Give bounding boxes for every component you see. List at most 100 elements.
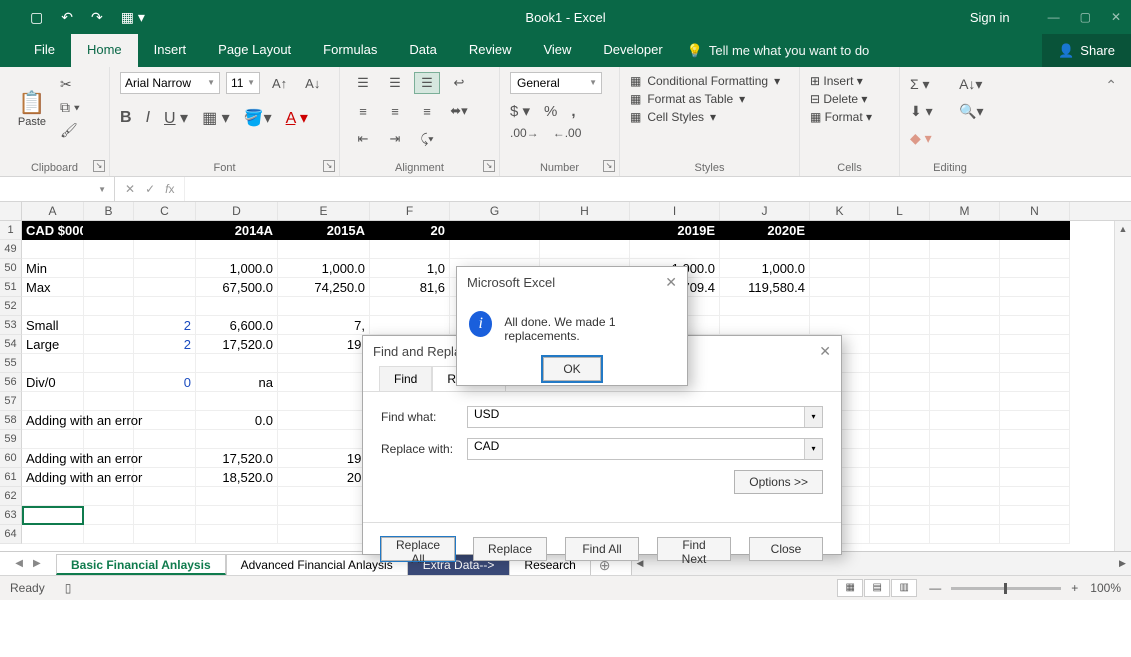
cell[interactable] bbox=[870, 373, 930, 392]
cell[interactable] bbox=[930, 240, 1000, 259]
underline-button[interactable]: U ▾ bbox=[164, 108, 188, 128]
cell[interactable] bbox=[930, 449, 1000, 468]
formula-input[interactable] bbox=[185, 177, 1131, 201]
cell[interactable]: 19, bbox=[278, 449, 370, 468]
replace-with-input[interactable]: CAD ▾ bbox=[467, 438, 823, 460]
cell[interactable]: 1,000.0 bbox=[278, 259, 370, 278]
close-window-icon[interactable]: ✕ bbox=[1111, 10, 1121, 24]
col-header[interactable]: N bbox=[1000, 202, 1070, 220]
accounting-format-icon[interactable]: $ ▾ bbox=[510, 102, 530, 120]
close-icon[interactable]: ✕ bbox=[665, 274, 677, 291]
tab-view[interactable]: View bbox=[527, 34, 587, 67]
cell[interactable]: 18,520.0 bbox=[196, 468, 278, 487]
cell[interactable] bbox=[134, 487, 196, 506]
page-layout-view-icon[interactable]: ▤ bbox=[864, 579, 890, 597]
font-size-select[interactable]: 11 ▼ bbox=[226, 72, 260, 94]
cell[interactable] bbox=[870, 506, 930, 525]
cell[interactable]: Div/0 bbox=[22, 373, 84, 392]
close-icon[interactable]: ✕ bbox=[819, 343, 831, 360]
cell[interactable] bbox=[278, 525, 370, 544]
name-box[interactable]: ▼ bbox=[0, 177, 115, 201]
number-dialog-launcher-icon[interactable]: ↘ bbox=[603, 160, 615, 172]
cell[interactable] bbox=[930, 468, 1000, 487]
col-header[interactable]: J bbox=[720, 202, 810, 220]
sheet-nav-prev-icon[interactable]: ◀ bbox=[15, 558, 23, 569]
row-header[interactable]: 63 bbox=[0, 506, 22, 525]
cell[interactable] bbox=[1000, 525, 1070, 544]
cell[interactable]: 19, bbox=[278, 335, 370, 354]
cell[interactable] bbox=[278, 411, 370, 430]
row-header[interactable]: 59 bbox=[0, 430, 22, 449]
row-header[interactable]: 49 bbox=[0, 240, 22, 259]
cell[interactable] bbox=[1000, 316, 1070, 335]
paste-icon[interactable]: 📋 bbox=[14, 84, 49, 116]
find-what-input[interactable]: USD ▾ bbox=[467, 406, 823, 428]
cell[interactable] bbox=[134, 240, 196, 259]
cell[interactable] bbox=[930, 278, 1000, 297]
cell[interactable]: 17,520.0 bbox=[196, 449, 278, 468]
cell[interactable]: Small bbox=[22, 316, 84, 335]
orientation-icon[interactable]: ⤹▾ bbox=[414, 128, 440, 150]
cell[interactable] bbox=[278, 297, 370, 316]
cell[interactable] bbox=[84, 373, 134, 392]
cell[interactable] bbox=[630, 240, 720, 259]
cell[interactable] bbox=[540, 240, 630, 259]
select-all-corner[interactable] bbox=[0, 202, 22, 220]
col-header[interactable]: K bbox=[810, 202, 870, 220]
wrap-text-icon[interactable]: ↩ bbox=[446, 72, 472, 94]
cell[interactable] bbox=[1000, 373, 1070, 392]
cell[interactable] bbox=[930, 373, 1000, 392]
align-bottom-icon[interactable]: ☰ bbox=[414, 72, 440, 94]
alignment-dialog-launcher-icon[interactable]: ↘ bbox=[483, 160, 495, 172]
cell[interactable] bbox=[930, 487, 1000, 506]
cell[interactable] bbox=[134, 392, 196, 411]
save-icon[interactable]: ▢ bbox=[30, 9, 43, 26]
cell[interactable] bbox=[1000, 411, 1070, 430]
tab-page-layout[interactable]: Page Layout bbox=[202, 34, 307, 67]
conditional-formatting-button[interactable]: ▦Conditional Formatting ▾ bbox=[630, 74, 789, 88]
cell[interactable] bbox=[22, 506, 84, 525]
col-header[interactable]: E bbox=[278, 202, 370, 220]
vertical-scrollbar[interactable]: ▲ bbox=[1114, 221, 1131, 551]
cell[interactable] bbox=[450, 240, 540, 259]
cell[interactable] bbox=[870, 430, 930, 449]
cell[interactable]: 119,580.4 bbox=[720, 278, 810, 297]
cell[interactable] bbox=[134, 278, 196, 297]
format-as-table-button[interactable]: ▦Format as Table ▾ bbox=[630, 92, 789, 106]
sign-in-link[interactable]: Sign in bbox=[970, 10, 1038, 25]
cell[interactable]: Adding with an error bbox=[22, 468, 84, 487]
qat-more-icon[interactable]: ▦ ▾ bbox=[121, 9, 145, 26]
col-header[interactable]: H bbox=[540, 202, 630, 220]
decrease-indent-icon[interactable]: ⇤ bbox=[350, 128, 376, 150]
cell[interactable] bbox=[810, 297, 870, 316]
cell[interactable] bbox=[1000, 354, 1070, 373]
normal-view-icon[interactable]: ▦ bbox=[837, 579, 863, 597]
zoom-in-icon[interactable]: + bbox=[1071, 581, 1078, 595]
cell[interactable] bbox=[278, 506, 370, 525]
cell[interactable] bbox=[84, 430, 134, 449]
cell[interactable] bbox=[870, 487, 930, 506]
cell[interactable]: 6,600.0 bbox=[196, 316, 278, 335]
cell[interactable] bbox=[84, 525, 134, 544]
cell[interactable] bbox=[134, 525, 196, 544]
align-right-icon[interactable]: ≡ bbox=[414, 100, 440, 122]
align-top-icon[interactable]: ☰ bbox=[350, 72, 376, 94]
copy-icon[interactable]: ⧉ ▾ bbox=[60, 99, 80, 116]
cell[interactable]: 81,6 bbox=[370, 278, 450, 297]
col-header[interactable]: A bbox=[22, 202, 84, 220]
find-next-button[interactable]: Find Next bbox=[657, 537, 731, 561]
cell[interactable] bbox=[720, 240, 810, 259]
cell[interactable]: 1,000.0 bbox=[196, 259, 278, 278]
cell[interactable]: 2019E bbox=[630, 221, 720, 240]
cell[interactable] bbox=[22, 297, 84, 316]
cell[interactable] bbox=[810, 316, 870, 335]
fx-icon[interactable]: fx bbox=[165, 182, 174, 196]
cell[interactable] bbox=[84, 316, 134, 335]
clear-icon[interactable]: ◆ ▾ bbox=[910, 130, 939, 147]
cell[interactable] bbox=[930, 506, 1000, 525]
align-middle-icon[interactable]: ☰ bbox=[382, 72, 408, 94]
col-header[interactable]: I bbox=[630, 202, 720, 220]
cell[interactable]: 1,000.0 bbox=[720, 259, 810, 278]
cell[interactable] bbox=[870, 525, 930, 544]
cell[interactable]: 0.0 bbox=[196, 411, 278, 430]
